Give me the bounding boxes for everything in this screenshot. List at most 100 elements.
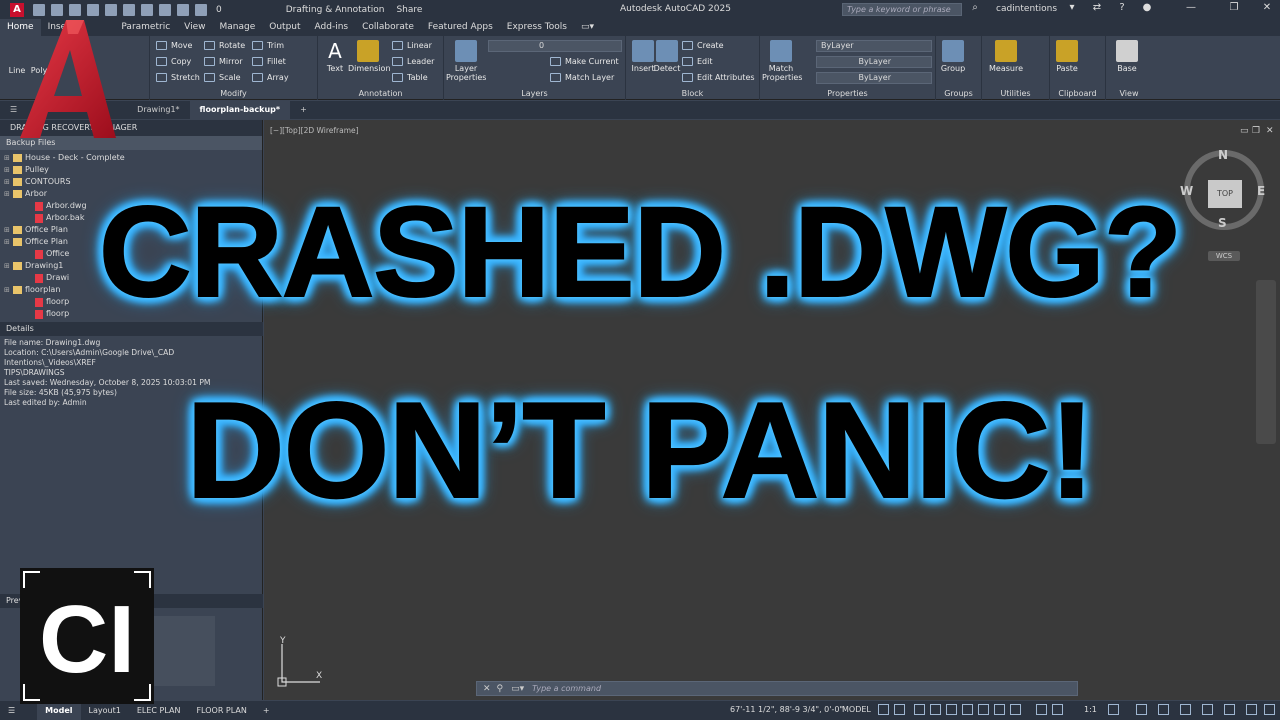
- exchange-icon[interactable]: ⇄: [1090, 2, 1104, 13]
- user-account[interactable]: cadintentions: [996, 4, 1057, 14]
- paste-button[interactable]: Paste: [1050, 40, 1084, 73]
- customization-icon[interactable]: [1264, 704, 1275, 715]
- stretch-button[interactable]: Stretch: [156, 73, 200, 82]
- make-current-button[interactable]: Make Current: [550, 57, 619, 66]
- help-icon[interactable]: ?: [1115, 2, 1129, 13]
- close-window-icon[interactable]: ✕: [1260, 2, 1274, 13]
- viewcube-north[interactable]: N: [1218, 148, 1228, 162]
- block-panel-title[interactable]: Block: [626, 89, 759, 98]
- isodraft-icon[interactable]: [962, 704, 973, 715]
- file-tab-drawing1[interactable]: Drawing1*: [127, 101, 189, 119]
- tab-manage[interactable]: Manage: [213, 19, 263, 36]
- linetype-dropdown[interactable]: ByLayer: [816, 56, 932, 68]
- search-icon[interactable]: ⌕: [968, 2, 982, 13]
- sun-icon[interactable]: [195, 3, 207, 16]
- lineweight-dropdown[interactable]: ByLayer: [816, 72, 932, 84]
- tab-parametric[interactable]: Parametric: [114, 19, 177, 36]
- copy-button[interactable]: Copy: [156, 57, 191, 66]
- object-snap-tracking-icon[interactable]: [978, 704, 989, 715]
- rotate-button[interactable]: Rotate: [204, 41, 245, 50]
- command-customize-icon[interactable]: ⚲: [497, 684, 504, 694]
- groups-panel-title[interactable]: Groups: [936, 89, 981, 98]
- isolate-objects-icon[interactable]: [1202, 704, 1213, 715]
- tab-view[interactable]: View: [177, 19, 212, 36]
- model-space-toggle[interactable]: MODEL: [842, 705, 871, 714]
- leader-button[interactable]: Leader: [392, 57, 434, 66]
- tab-addins[interactable]: Add-ins: [308, 19, 356, 36]
- expand-icon[interactable]: ⊞: [4, 152, 13, 164]
- create-block-button[interactable]: Create: [682, 41, 724, 50]
- mirror-button[interactable]: Mirror: [204, 57, 243, 66]
- polar-icon[interactable]: [946, 704, 957, 715]
- tree-folder[interactable]: ⊞ Pulley: [4, 164, 262, 176]
- expand-icon[interactable]: ⊞: [4, 164, 13, 176]
- scale-button[interactable]: Scale: [204, 73, 241, 82]
- view-panel-title[interactable]: View: [1106, 89, 1152, 98]
- ortho-icon[interactable]: [930, 704, 941, 715]
- file-tab-floorplan-backup[interactable]: floorplan-backup*: [189, 101, 291, 119]
- command-close-icon[interactable]: ✕: [483, 684, 491, 694]
- clipboard-panel-title[interactable]: Clipboard: [1050, 89, 1105, 98]
- workspace-select[interactable]: Drafting & Annotation: [282, 5, 389, 15]
- annotation-monitor-icon[interactable]: [1136, 704, 1147, 715]
- layer-properties-button[interactable]: Layer Properties: [446, 40, 486, 82]
- table-button[interactable]: Table: [392, 73, 428, 82]
- search-input[interactable]: Type a keyword or phrase: [842, 3, 962, 16]
- annotation-visibility-icon[interactable]: [1036, 704, 1047, 715]
- add-layout-icon[interactable]: +: [255, 701, 278, 720]
- move-button[interactable]: Move: [156, 41, 192, 50]
- tab-overflow-icon[interactable]: ▭▾: [574, 19, 601, 36]
- quick-properties-icon[interactable]: [1180, 704, 1191, 715]
- trim-button[interactable]: Trim: [252, 41, 284, 50]
- edit-block-button[interactable]: Edit: [682, 57, 713, 66]
- array-button[interactable]: Array: [252, 73, 289, 82]
- layers-panel-title[interactable]: Layers: [444, 89, 625, 98]
- fillet-button[interactable]: Fillet: [252, 57, 286, 66]
- tab-output[interactable]: Output: [262, 19, 307, 36]
- lightbulb-icon[interactable]: [177, 3, 189, 16]
- auto-scale-icon[interactable]: [1052, 704, 1063, 715]
- workspace-gear-icon[interactable]: [1108, 704, 1119, 715]
- modify-panel-title[interactable]: Modify: [150, 89, 317, 98]
- viewport-close-icon[interactable]: ✕: [1266, 126, 1274, 136]
- viewport-restore-icon[interactable]: ❐: [1252, 126, 1260, 136]
- share-button[interactable]: Share: [396, 5, 422, 15]
- annotation-panel-title[interactable]: Annotation: [318, 89, 443, 98]
- dimension-button[interactable]: Dimension: [348, 40, 391, 73]
- viewport-minimize-icon[interactable]: ▭: [1240, 126, 1249, 136]
- command-prompt-icon[interactable]: ▭▾: [511, 684, 524, 694]
- command-input[interactable]: Type a command: [532, 684, 601, 693]
- object-snap-icon[interactable]: [994, 704, 1005, 715]
- graphics-performance-icon[interactable]: [1224, 704, 1235, 715]
- properties-panel-title[interactable]: Properties: [760, 89, 935, 98]
- measure-button[interactable]: Measure: [986, 40, 1026, 73]
- match-layer-button[interactable]: Match Layer: [550, 73, 614, 82]
- snap-icon[interactable]: [894, 704, 905, 715]
- grid-icon[interactable]: [878, 704, 889, 715]
- annotation-scale[interactable]: 1:1: [1084, 705, 1097, 714]
- print-icon[interactable]: [123, 3, 135, 16]
- undo-icon[interactable]: [141, 3, 153, 16]
- tab-floor-plan[interactable]: FLOOR PLAN: [188, 701, 254, 720]
- clean-screen-icon[interactable]: [1246, 704, 1257, 715]
- layer-dropdown[interactable]: 0: [488, 40, 622, 52]
- lineweight-icon[interactable]: [1010, 704, 1021, 715]
- text-button[interactable]: A Text: [318, 40, 352, 73]
- edit-attributes-button[interactable]: Edit Attributes: [682, 73, 755, 82]
- color-dropdown[interactable]: ByLayer: [816, 40, 932, 52]
- qat-layer-select[interactable]: 0: [216, 5, 222, 15]
- units-icon[interactable]: [1158, 704, 1169, 715]
- minimize-ribbon-icon[interactable]: ●: [1140, 2, 1154, 13]
- detect-button[interactable]: Detect: [650, 40, 684, 73]
- base-button[interactable]: Base: [1110, 40, 1144, 73]
- match-properties-button[interactable]: Match Properties: [762, 40, 802, 82]
- tab-featured-apps[interactable]: Featured Apps: [421, 19, 500, 36]
- new-tab-icon[interactable]: +: [290, 101, 317, 119]
- linear-button[interactable]: Linear: [392, 41, 432, 50]
- tab-express-tools[interactable]: Express Tools: [500, 19, 574, 36]
- viewport-controls[interactable]: [−][Top][2D Wireframe]: [270, 126, 359, 135]
- cart-icon[interactable]: ▾: [1065, 2, 1079, 13]
- tree-folder[interactable]: ⊞ House - Deck - Complete: [4, 152, 262, 164]
- restore-window-icon[interactable]: ❐: [1227, 2, 1241, 13]
- coordinates-readout[interactable]: 67'-11 1/2", 88'-9 3/4", 0'-0": [730, 705, 843, 714]
